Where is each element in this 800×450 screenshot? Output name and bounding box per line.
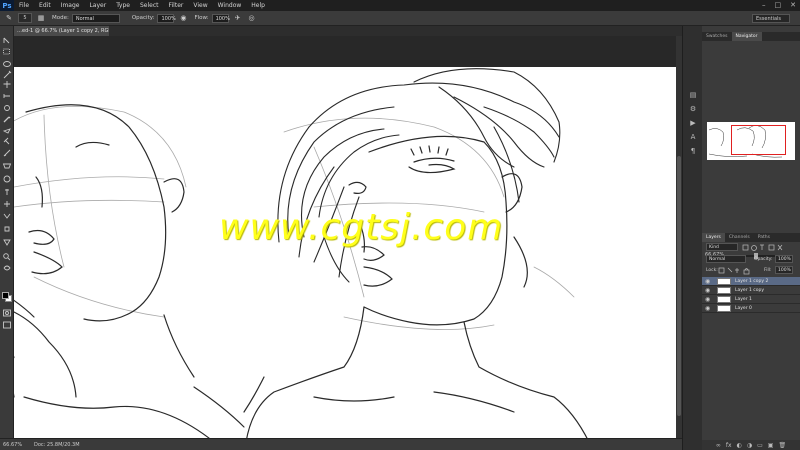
photoshop-logo: Ps xyxy=(0,0,14,11)
tools-panel xyxy=(0,26,14,438)
layer-row[interactable]: ◉ Layer 1 copy xyxy=(702,286,800,295)
layer-opacity-label: Opacity: xyxy=(754,257,773,262)
eye-icon[interactable]: ◉ xyxy=(705,305,710,312)
menu-view[interactable]: View xyxy=(188,2,212,9)
paragraph-icon[interactable]: ¶ xyxy=(688,146,698,156)
tab-layers[interactable]: Layers xyxy=(702,233,725,242)
mode-label: Mode: xyxy=(52,15,69,21)
scrollbar-thumb[interactable] xyxy=(677,156,681,416)
layer-style-icon[interactable]: fx xyxy=(726,442,732,449)
tool-icons[interactable] xyxy=(0,34,14,304)
sketch-drawing xyxy=(14,68,590,442)
menu-window[interactable]: Window xyxy=(213,2,247,9)
brush-preset-picker[interactable]: 5 xyxy=(18,13,32,23)
brush-panel-icon[interactable]: ▦ xyxy=(36,13,46,23)
new-layer-icon[interactable]: ▣ xyxy=(768,442,774,449)
eye-icon[interactable]: ◉ xyxy=(705,287,710,294)
layer-opacity-field[interactable]: 100% xyxy=(775,255,793,263)
tab-navigator[interactable]: Navigator xyxy=(731,32,762,41)
workspace-switcher[interactable]: Essentials xyxy=(752,14,790,23)
eye-icon[interactable]: ◉ xyxy=(705,278,710,285)
layer-name: Layer 1 xyxy=(735,297,752,302)
status-bar: 66.67% Doc: 25.8M/20.3M xyxy=(0,438,682,450)
collapsed-panels-strip: ▤ ⚙ ▶ A ¶ xyxy=(682,26,702,450)
menu-filter[interactable]: Filter xyxy=(164,2,189,9)
eye-icon[interactable]: ◉ xyxy=(705,296,710,303)
layers-panel-tabs: Layers Channels Paths xyxy=(702,233,800,242)
fill-field[interactable]: 100% xyxy=(775,266,793,274)
link-layers-icon[interactable]: ∞ xyxy=(716,442,721,449)
lock-icons[interactable] xyxy=(718,267,758,275)
layer-thumbnail xyxy=(717,296,731,303)
minimize-button[interactable]: – xyxy=(762,1,766,9)
layer-thumbnail xyxy=(717,287,731,294)
status-doc-size: Doc: 25.8M/20.3M xyxy=(34,441,80,448)
navigator-panel-tabs: Swatches Navigator xyxy=(702,32,800,41)
document-tab-bar: …ed-1 @ 66.7% (Layer 1 copy 2, RGB/8) ✕ xyxy=(14,26,682,36)
photoshop-window: Ps File Edit Image Layer Type Select Fil… xyxy=(0,0,800,450)
adjustment-layer-icon[interactable]: ◑ xyxy=(747,442,752,449)
trash-icon[interactable]: 🗑 xyxy=(778,442,786,449)
status-zoom[interactable]: 66.67% xyxy=(0,442,30,448)
window-controls: – □ ✕ xyxy=(762,1,796,9)
menu-select[interactable]: Select xyxy=(135,2,164,9)
navigator-panel xyxy=(702,41,800,221)
character-icon[interactable]: A xyxy=(688,132,698,142)
layer-blend-mode[interactable]: Normal xyxy=(706,255,746,263)
foreground-color-swatch[interactable] xyxy=(2,292,9,299)
brush-tool-icon[interactable]: ✎ xyxy=(4,13,14,23)
tab-swatches[interactable]: Swatches xyxy=(702,32,732,41)
watermark-text: www.cgtsj.com xyxy=(219,207,504,248)
layer-name: Layer 0 xyxy=(735,306,752,311)
layer-name: Layer 1 copy 2 xyxy=(735,279,769,284)
new-group-icon[interactable]: ▭ xyxy=(757,442,763,449)
flow-label: Flow: xyxy=(194,15,209,21)
layer-row[interactable]: ◉ Layer 1 copy 2 xyxy=(702,277,800,286)
pressure-opacity-icon[interactable]: ◉ xyxy=(178,13,188,23)
navigator-thumbnail[interactable] xyxy=(707,122,795,160)
add-mask-icon[interactable]: ◐ xyxy=(737,442,742,449)
menu-layer[interactable]: Layer xyxy=(84,2,111,9)
flow-field[interactable]: 100% xyxy=(211,13,230,23)
tab-paths[interactable]: Paths xyxy=(754,233,774,242)
maximize-button[interactable]: □ xyxy=(775,1,782,9)
properties-icon[interactable]: ⚙ xyxy=(688,104,698,114)
menu-image[interactable]: Image xyxy=(56,2,85,9)
airbrush-icon[interactable]: ✈ xyxy=(233,13,243,23)
navigator-view-rectangle[interactable] xyxy=(731,125,786,155)
layer-name: Layer 1 copy xyxy=(735,288,765,293)
layer-filter-icons[interactable] xyxy=(742,244,798,252)
mode-select[interactable]: Normal xyxy=(71,13,120,23)
menu-type[interactable]: Type xyxy=(111,2,135,9)
options-bar: ✎ 5 ▦ Mode: Normal Opacity: 100% ◉ Flow:… xyxy=(0,11,800,26)
menu-bar: Ps File Edit Image Layer Type Select Fil… xyxy=(0,0,800,11)
menu-edit[interactable]: Edit xyxy=(34,2,56,9)
layer-filter-kind[interactable]: Kind xyxy=(706,243,738,251)
fill-label: Fill: xyxy=(764,268,772,273)
actions-icon[interactable]: ▶ xyxy=(688,118,698,128)
right-panel-dock: Swatches Navigator 66.67% xyxy=(702,26,800,450)
pressure-size-icon[interactable]: ◎ xyxy=(247,13,257,23)
menu-file[interactable]: File xyxy=(14,2,34,9)
opacity-label: Opacity: xyxy=(131,15,155,21)
opacity-field[interactable]: 100% xyxy=(157,13,176,23)
layer-thumbnail xyxy=(717,305,731,312)
history-icon[interactable]: ▤ xyxy=(688,90,698,100)
document-tab[interactable]: …ed-1 @ 66.7% (Layer 1 copy 2, RGB/8) ✕ xyxy=(14,26,109,36)
layer-thumbnail xyxy=(717,278,731,285)
lock-label: Lock: xyxy=(706,268,718,273)
tab-channels[interactable]: Channels xyxy=(725,233,754,242)
layer-row[interactable]: ◉ Layer 1 xyxy=(702,295,800,304)
close-button[interactable]: ✕ xyxy=(790,1,796,9)
layers-panel-footer: ∞ fx ◐ ◑ ▭ ▣ 🗑 xyxy=(702,440,800,450)
layer-row[interactable]: ◉ Layer 0 xyxy=(702,304,800,313)
mode-icons[interactable] xyxy=(0,308,14,338)
document-canvas[interactable]: www.cgtsj.com xyxy=(14,67,682,442)
menu-help[interactable]: Help xyxy=(246,2,270,9)
